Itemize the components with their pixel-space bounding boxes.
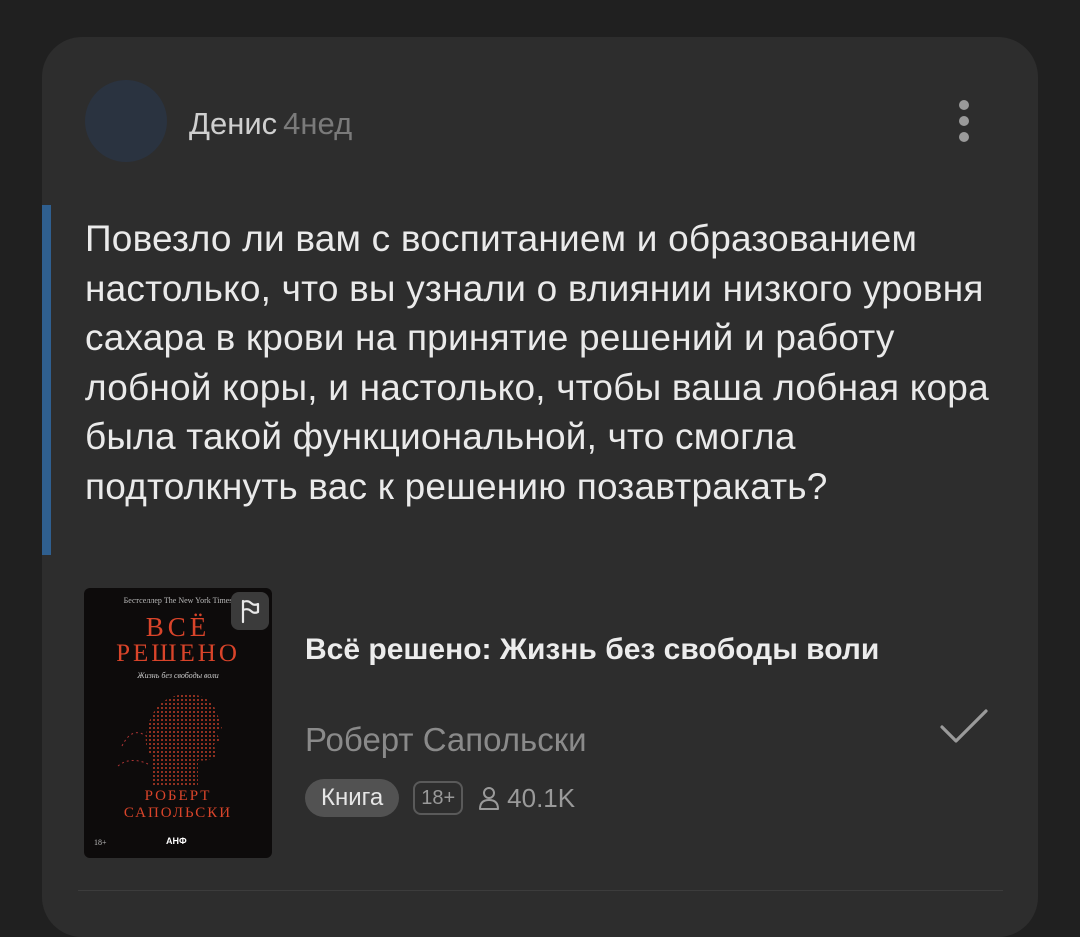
cover-title-line2: РЕШЕНО	[116, 640, 240, 667]
cover-age: 18+	[94, 838, 107, 847]
post-header: Денис 4нед	[189, 104, 352, 144]
quote-text: Повезло ли вам с воспитанием и образован…	[85, 218, 989, 507]
book-author[interactable]: Роберт Сапольски	[305, 718, 587, 762]
post-time: 4нед	[283, 106, 353, 141]
book-meta: Книга 18+ 40.1K	[305, 778, 575, 818]
cover-head-illustration	[117, 694, 222, 786]
cover-author-line2: САПОЛЬСКИ	[123, 805, 233, 821]
more-vertical-icon-dot	[959, 116, 969, 126]
cover-author-line1: РОБЕРТ	[144, 788, 212, 804]
avatar[interactable]	[85, 80, 167, 162]
check-icon	[940, 709, 988, 743]
author-name[interactable]: Денис	[189, 106, 277, 141]
readers-count-value: 40.1K	[507, 782, 576, 813]
mark-read-button[interactable]	[936, 705, 992, 749]
flag-icon	[241, 599, 260, 624]
flag-button[interactable]	[231, 592, 269, 630]
quote-accent-bar	[42, 205, 51, 555]
cover-publisher-logo: АНФ	[166, 836, 187, 846]
type-badge[interactable]: Книга	[305, 779, 400, 817]
more-vertical-icon-dot	[959, 132, 969, 142]
book-title[interactable]: Всё решено: Жизнь без свободы воли	[305, 628, 905, 672]
age-rating-badge: 18+	[413, 781, 464, 815]
divider	[78, 890, 1003, 891]
more-options-button[interactable]	[946, 96, 982, 146]
cover-subtitle: Жизнь без свободы воли	[137, 671, 219, 680]
readers-count: 40.1K	[477, 783, 575, 814]
more-vertical-icon	[959, 100, 969, 110]
user-icon	[479, 787, 500, 810]
